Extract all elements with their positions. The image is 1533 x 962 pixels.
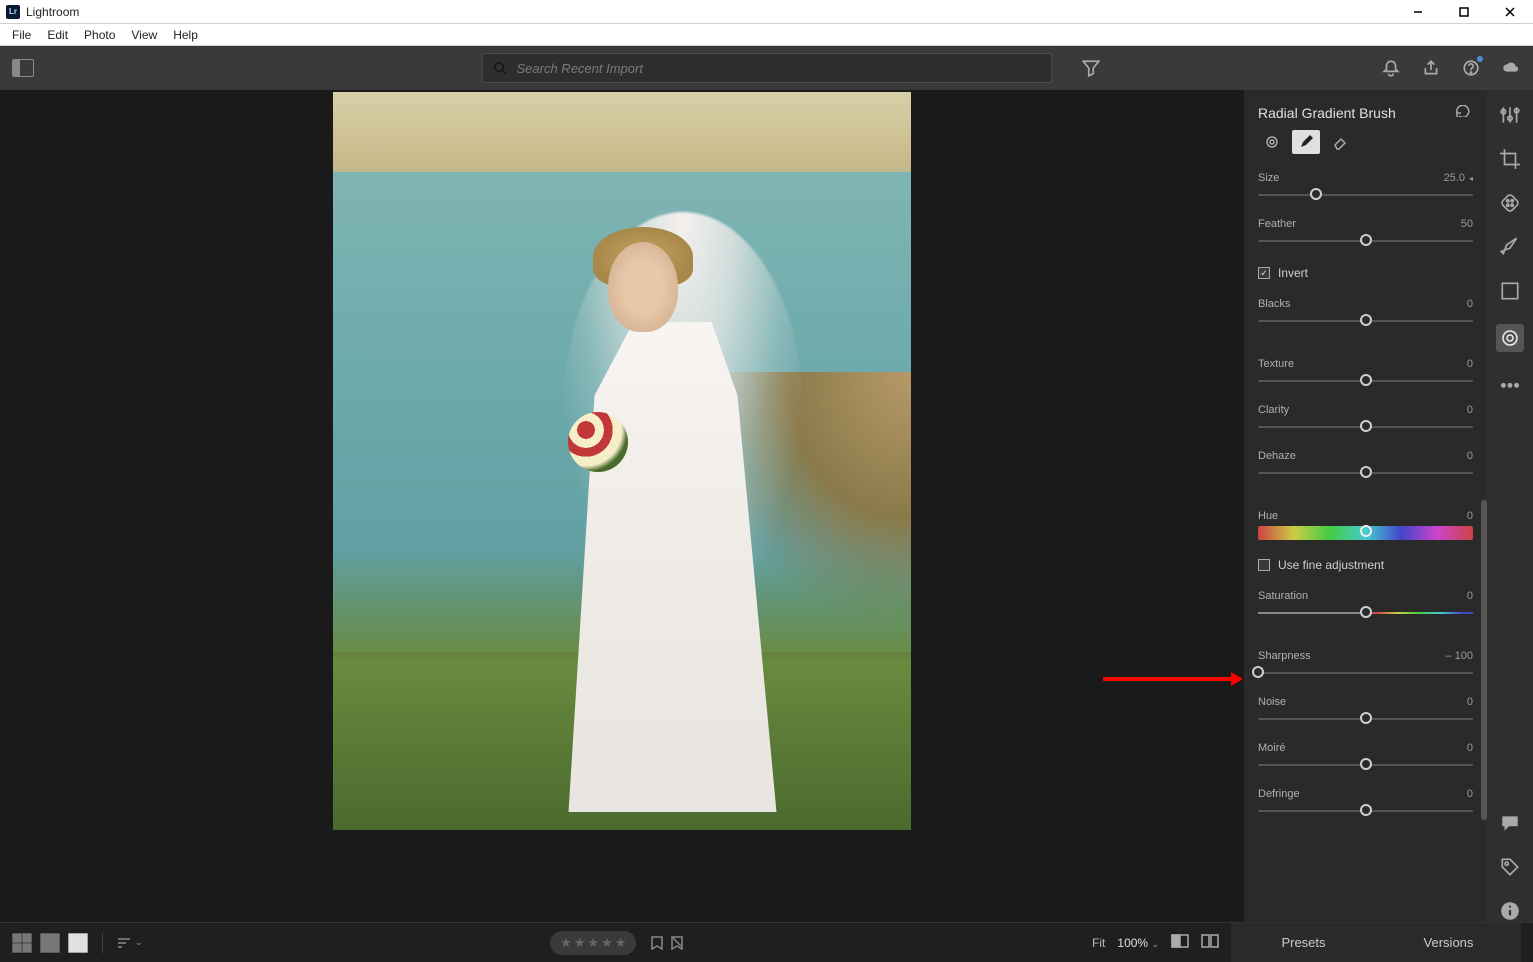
slider-blacks[interactable]: Blacks0 xyxy=(1244,294,1487,340)
search-icon xyxy=(493,61,507,75)
checkbox-icon xyxy=(1258,559,1270,571)
window-titlebar: Lr Lightroom xyxy=(0,0,1533,24)
tool-radial-gradient-icon[interactable] xyxy=(1496,324,1524,352)
tool-crop-icon[interactable] xyxy=(1499,148,1521,170)
window-close-button[interactable] xyxy=(1487,0,1533,24)
sort-button[interactable]: ⌄ xyxy=(117,937,143,949)
app-title: Lightroom xyxy=(26,5,79,19)
fit-label[interactable]: Fit xyxy=(1092,936,1105,950)
invert-checkbox[interactable]: Invert xyxy=(1244,260,1487,294)
mode-new[interactable] xyxy=(1258,130,1286,154)
menubar: File Edit Photo View Help xyxy=(0,24,1533,46)
slider-size[interactable]: Size25.0◂ xyxy=(1244,168,1487,214)
notifications-icon[interactable] xyxy=(1381,58,1401,78)
tool-adjust-icon[interactable] xyxy=(1499,104,1521,126)
show-original-icon[interactable] xyxy=(1171,934,1189,951)
view-single[interactable] xyxy=(68,935,88,951)
slider-clarity[interactable]: Clarity0 xyxy=(1244,400,1487,446)
tool-comment-icon[interactable] xyxy=(1499,812,1521,834)
window-maximize-button[interactable] xyxy=(1441,0,1487,24)
share-icon[interactable] xyxy=(1421,58,1441,78)
mode-brush[interactable] xyxy=(1292,130,1320,154)
slider-moire[interactable]: Moiré0 xyxy=(1244,738,1487,784)
photo-preview xyxy=(333,92,911,830)
slider-dehaze[interactable]: Dehaze0 xyxy=(1244,446,1487,492)
slider-noise[interactable]: Noise0 xyxy=(1244,692,1487,738)
panel-scrollbar[interactable] xyxy=(1481,500,1487,820)
cloud-sync-icon[interactable] xyxy=(1501,58,1521,78)
window-minimize-button[interactable] xyxy=(1395,0,1441,24)
edit-panel: Radial Gradient Brush Size25.0◂ Feather5… xyxy=(1243,90,1487,922)
help-icon[interactable] xyxy=(1461,58,1481,78)
tool-keyword-icon[interactable] xyxy=(1499,856,1521,878)
menu-help[interactable]: Help xyxy=(165,26,206,44)
slider-sharpness[interactable]: Sharpness– 100 xyxy=(1244,646,1487,692)
tool-info-icon[interactable] xyxy=(1499,900,1521,922)
star-5[interactable]: ★ xyxy=(615,935,627,951)
menu-photo[interactable]: Photo xyxy=(76,26,123,44)
right-tool-strip xyxy=(1487,90,1533,922)
flag-reject-icon[interactable] xyxy=(670,936,684,950)
compare-icon[interactable] xyxy=(1201,934,1219,951)
checkbox-fineadj[interactable]: Use fine adjustment xyxy=(1244,552,1487,586)
star-4[interactable]: ★ xyxy=(601,935,613,951)
star-1[interactable]: ★ xyxy=(560,935,572,951)
star-3[interactable]: ★ xyxy=(587,935,599,951)
bottom-bar: ⌄ ★ ★ ★ ★ ★ Fit 100% ⌄ Presets Versions xyxy=(0,922,1533,962)
versions-button[interactable]: Versions xyxy=(1376,923,1521,962)
app-icon: Lr xyxy=(6,5,20,19)
top-toolbar: Search Recent Import xyxy=(0,46,1533,90)
slider-feather[interactable]: Feather50 xyxy=(1244,214,1487,260)
search-input[interactable]: Search Recent Import xyxy=(482,53,1052,83)
slider-hue[interactable]: Hue0 xyxy=(1244,506,1487,552)
slider-defringe[interactable]: Defringe0 xyxy=(1244,784,1487,830)
mode-erase[interactable] xyxy=(1326,130,1354,154)
rating-stars[interactable]: ★ ★ ★ ★ ★ xyxy=(550,931,636,955)
checkbox-icon xyxy=(1258,267,1270,279)
menu-file[interactable]: File xyxy=(4,26,39,44)
view-grid-large[interactable] xyxy=(40,935,60,951)
tool-linear-gradient-icon[interactable] xyxy=(1499,280,1521,302)
tool-more-icon[interactable] xyxy=(1499,374,1521,396)
menu-view[interactable]: View xyxy=(123,26,165,44)
photo-canvas[interactable] xyxy=(0,90,1243,922)
view-grid-small[interactable] xyxy=(12,935,32,951)
tool-brush-icon[interactable] xyxy=(1499,236,1521,258)
panel-title: Radial Gradient Brush xyxy=(1258,105,1396,121)
tool-heal-icon[interactable] xyxy=(1499,192,1521,214)
menu-edit[interactable]: Edit xyxy=(39,26,76,44)
left-panel-toggle[interactable] xyxy=(12,59,34,77)
slider-texture[interactable]: Texture0 xyxy=(1244,354,1487,400)
zoom-value[interactable]: 100% xyxy=(1117,936,1148,950)
search-placeholder: Search Recent Import xyxy=(517,61,643,76)
star-2[interactable]: ★ xyxy=(574,935,586,951)
filter-button[interactable] xyxy=(1081,58,1101,78)
presets-button[interactable]: Presets xyxy=(1231,923,1376,962)
flag-pick-icon[interactable] xyxy=(650,936,664,950)
annotation-arrow xyxy=(1103,672,1243,686)
reset-icon[interactable] xyxy=(1455,104,1473,122)
slider-saturation[interactable]: Saturation0 xyxy=(1244,586,1487,632)
